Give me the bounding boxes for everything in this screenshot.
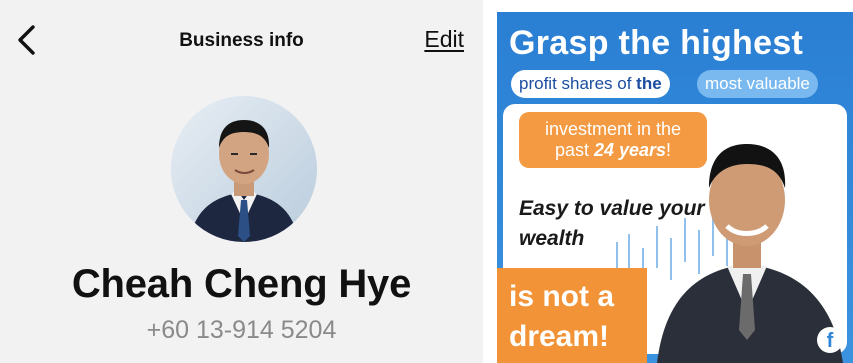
- ad-orange-line2-prefix: past: [554, 140, 594, 160]
- phone-number[interactable]: +60 13-914 5204: [0, 316, 483, 345]
- ad-orange-line1: investment in the: [544, 119, 682, 139]
- ad-subtext-line1: Easy to value your: [519, 197, 705, 220]
- profile-photo: [171, 96, 317, 242]
- ad-pill-blue: most valuable: [697, 70, 818, 98]
- ad-dream-line2: dream!: [509, 320, 610, 353]
- ad-orange-callout: investment in the past 24 years!: [519, 112, 707, 168]
- business-name: Cheah Cheng Hye: [71, 262, 412, 306]
- ad-headline: Grasp the highest: [509, 24, 804, 62]
- ad-orange-line2: past 24 years!: [519, 140, 707, 161]
- avatar[interactable]: [171, 96, 317, 242]
- ad-dream-line1: is not a: [509, 280, 615, 313]
- page-title: Business info: [179, 30, 304, 51]
- arrows-icon: ▶▶▶: [741, 115, 765, 129]
- ad-pill-white-bold: the: [636, 74, 662, 93]
- ad-subtext: Easy to value your wealth: [519, 194, 729, 254]
- edit-button[interactable]: Edit: [424, 26, 464, 53]
- ad-orange-line2-suffix: !: [666, 140, 672, 160]
- facebook-icon[interactable]: f: [817, 327, 843, 353]
- ad-pill-white: profit shares of the: [511, 70, 670, 98]
- ad-dream-text: is not a dream!: [509, 277, 614, 357]
- ad-pill-white-text: profit shares of: [519, 74, 637, 93]
- business-info-panel: Business info Edit Cheah Cheng Hye +60 1…: [0, 0, 483, 363]
- ad-subtext-line2: wealth: [519, 227, 585, 250]
- ad-orange-line2-bold: 24 years: [593, 140, 667, 160]
- ad-banner[interactable]: Grasp the highest profit shares of the m…: [497, 12, 853, 363]
